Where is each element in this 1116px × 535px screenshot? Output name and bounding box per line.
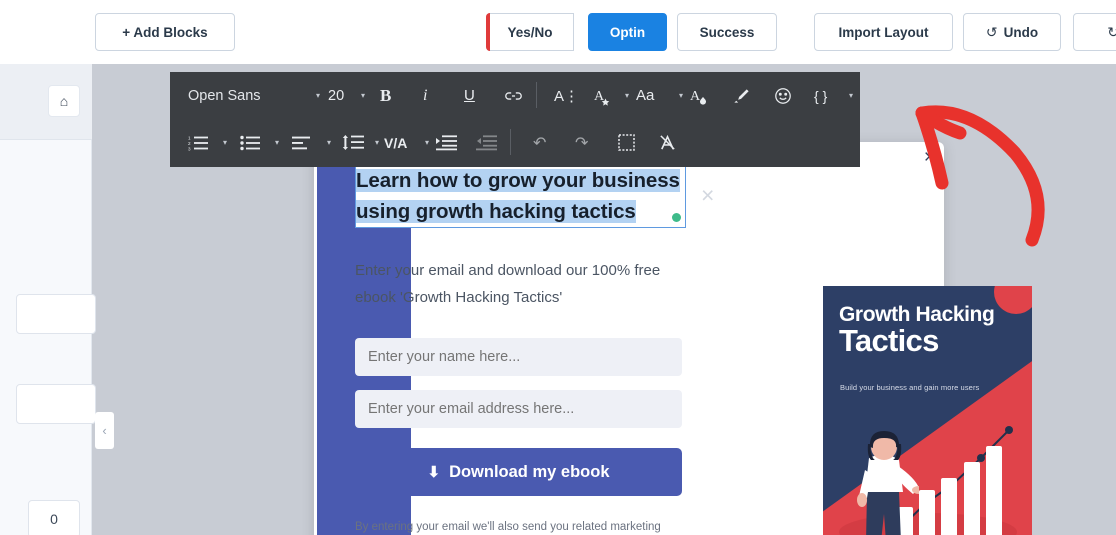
italic-icon[interactable]: i xyxy=(423,87,427,105)
tab-success-label: Success xyxy=(699,24,755,40)
download-button-label: Download my ebook xyxy=(449,462,610,481)
emoji-icon[interactable] xyxy=(774,87,792,105)
text-format-toolbar: Open Sans ▾ 20 ▾ B i U A⋮ A ▾ Aa ▾ A {}… xyxy=(170,72,860,167)
tab-optin-label: Optin xyxy=(609,24,646,40)
font-family-select[interactable]: Open Sans xyxy=(188,88,261,104)
redo-icon[interactable]: ↷ xyxy=(575,133,588,153)
subheadline-text[interactable]: Enter your email and download our 100% f… xyxy=(355,257,685,311)
toolbar-divider-2 xyxy=(510,129,511,155)
letter-case-icon[interactable]: A⋮ xyxy=(554,87,579,105)
cover-bar-5 xyxy=(986,446,1002,535)
svg-text:3: 3 xyxy=(188,146,191,151)
headline-line1: Learn how to grow your business xyxy=(356,169,680,192)
merge-tags-icon[interactable]: { } xyxy=(814,88,827,104)
tab-yesno[interactable]: Yes/No xyxy=(486,13,574,51)
legal-disclaimer: By entering your email we'll also send y… xyxy=(355,518,675,535)
cover-title-line2: Tactics xyxy=(839,323,939,359)
ordered-list-chevron-down-icon[interactable]: ▾ xyxy=(223,138,227,147)
underline-icon[interactable]: U xyxy=(464,87,475,104)
tab-yesno-label: Yes/No xyxy=(507,24,553,40)
sidebar-field-2[interactable] xyxy=(16,384,96,424)
highlighter-icon[interactable] xyxy=(732,86,751,105)
undo-button[interactable]: ↺ Undo xyxy=(963,13,1061,51)
align-icon[interactable] xyxy=(292,134,312,152)
cover-bar-4 xyxy=(964,462,980,535)
outdent-icon[interactable] xyxy=(476,134,497,151)
cover-person-illustration xyxy=(857,431,919,535)
headline-text[interactable]: Learn how to grow your business using gro… xyxy=(356,165,685,227)
undo-label: Undo xyxy=(1003,24,1039,40)
svg-text:1: 1 xyxy=(188,135,191,140)
vertical-spacing-input[interactable]: 0 xyxy=(28,500,80,535)
popup-close-icon[interactable]: × xyxy=(924,148,935,167)
field-close-icon[interactable]: × xyxy=(701,184,714,207)
block-icon[interactable] xyxy=(618,134,635,151)
text-background-color-icon[interactable]: A xyxy=(690,86,710,106)
svg-text:A: A xyxy=(690,89,701,104)
left-sidebar: ⌂ 0 VERTICAL xyxy=(0,64,96,535)
cover-bar-3 xyxy=(941,478,957,535)
sidebar-field-1[interactable] xyxy=(16,294,96,334)
unordered-list-icon[interactable] xyxy=(240,134,262,152)
optin-content: Learn how to grow your business using gro… xyxy=(355,164,686,535)
download-circle-icon: ⬇ xyxy=(427,464,441,481)
legal-text-part1: By entering your email we'll also send y… xyxy=(355,521,661,533)
vertical-spacing-value: 0 xyxy=(50,511,58,527)
align-chevron-down-icon[interactable]: ▾ xyxy=(327,138,331,147)
indent-icon[interactable] xyxy=(436,134,457,151)
link-icon[interactable] xyxy=(505,90,522,102)
svg-text:2: 2 xyxy=(188,141,191,146)
merge-tags-chevron-down-icon[interactable]: ▾ xyxy=(849,91,853,100)
letter-spacing-chevron-down-icon[interactable]: ▾ xyxy=(425,138,429,147)
text-size-chevron-down-icon[interactable]: ▾ xyxy=(679,91,683,100)
bold-icon[interactable]: B xyxy=(380,86,391,106)
letter-spacing-icon[interactable]: V/A xyxy=(384,135,407,151)
redo-button[interactable]: ↻ R xyxy=(1073,13,1116,51)
format-toolbar-row-1: Open Sans ▾ 20 ▾ B i U A⋮ A ▾ Aa ▾ A {}… xyxy=(170,72,860,119)
toolbar-divider xyxy=(536,82,537,108)
tab-success[interactable]: Success xyxy=(677,13,777,51)
import-layout-button[interactable]: Import Layout xyxy=(814,13,953,51)
font-size-chevron-down-icon[interactable]: ▾ xyxy=(361,91,365,100)
email-input[interactable] xyxy=(355,390,682,428)
ebook-cover-image: Growth Hacking Tactics Build your busine… xyxy=(823,286,1032,535)
add-blocks-label: + Add Blocks xyxy=(122,24,208,40)
cover-title: Growth Hacking Tactics xyxy=(839,304,1019,357)
home-button[interactable]: ⌂ xyxy=(48,85,80,117)
font-color-chevron-down-icon[interactable]: ▾ xyxy=(625,91,629,100)
resize-handle[interactable] xyxy=(672,213,681,222)
text-size-icon[interactable]: Aa xyxy=(636,87,654,104)
undo-icon: ↺ xyxy=(985,23,998,40)
sidebar-collapse-button[interactable]: ‹ xyxy=(95,412,114,449)
redo-icon: ↻ xyxy=(1107,23,1116,40)
chevron-left-icon: ‹ xyxy=(102,423,107,438)
undo-icon[interactable]: ↶ xyxy=(533,133,546,153)
line-height-icon[interactable] xyxy=(342,133,364,152)
cover-title-line1: Growth Hacking xyxy=(839,303,995,326)
format-toolbar-row-2: 1 2 3 ▾ ▾ ▾ ▾ V/A ▾ ↶ ↷ xyxy=(170,119,860,166)
headline-edit-box[interactable]: Learn how to grow your business using gro… xyxy=(355,164,686,228)
unordered-list-chevron-down-icon[interactable]: ▾ xyxy=(275,138,279,147)
import-layout-label: Import Layout xyxy=(838,24,929,40)
font-size-select[interactable]: 20 xyxy=(328,88,344,104)
clear-formatting-icon[interactable] xyxy=(658,133,677,152)
download-button[interactable]: ⬇ Download my ebook xyxy=(355,448,682,496)
tab-optin[interactable]: Optin xyxy=(588,13,667,51)
headline-line2: using growth hacking tactics xyxy=(356,200,636,223)
ordered-list-icon[interactable]: 1 2 3 xyxy=(188,134,210,152)
name-input[interactable] xyxy=(355,338,682,376)
cover-subtitle: Build your business and gain more users xyxy=(840,383,980,392)
line-height-chevron-down-icon[interactable]: ▾ xyxy=(375,138,379,147)
font-color-icon[interactable]: A xyxy=(593,86,613,106)
home-icon: ⌂ xyxy=(59,93,69,109)
cover-bar-2 xyxy=(919,490,935,535)
font-family-chevron-down-icon[interactable]: ▾ xyxy=(316,91,320,100)
top-toolbar: + Add Blocks Yes/No Optin Success Import… xyxy=(0,0,1116,64)
add-blocks-button[interactable]: + Add Blocks xyxy=(95,13,235,51)
